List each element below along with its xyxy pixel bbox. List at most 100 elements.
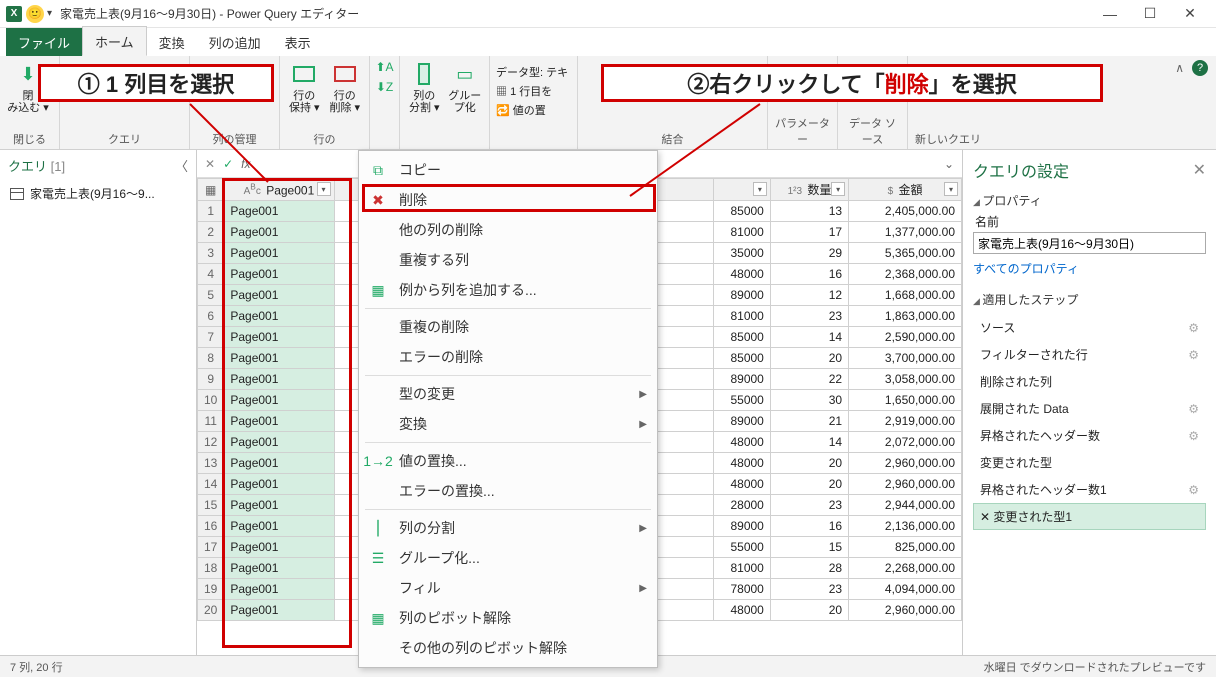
row-number[interactable]: 12 bbox=[198, 432, 224, 453]
cell-value[interactable]: 89000 bbox=[713, 285, 770, 306]
row-number[interactable]: 10 bbox=[198, 390, 224, 411]
query-name-input[interactable] bbox=[973, 232, 1206, 254]
group-by-button[interactable]: ▭グループ化 bbox=[447, 60, 484, 114]
cell-page[interactable]: Page001 bbox=[224, 327, 334, 348]
cell-value[interactable]: 35000 bbox=[713, 243, 770, 264]
cell-qty[interactable]: 16 bbox=[770, 516, 848, 537]
filter-icon[interactable]: ▾ bbox=[753, 182, 767, 196]
ctx-remove[interactable]: ✖削除 bbox=[359, 185, 657, 215]
cell-qty[interactable]: 15 bbox=[770, 537, 848, 558]
row-number[interactable]: 3 bbox=[198, 243, 224, 264]
cell-qty[interactable]: 29 bbox=[770, 243, 848, 264]
applied-step[interactable]: 変更された型 bbox=[973, 449, 1206, 476]
row-number[interactable]: 2 bbox=[198, 222, 224, 243]
ctx-group-by[interactable]: ☰グループ化... bbox=[359, 543, 657, 573]
applied-step[interactable]: ✕ 変更された型1 bbox=[973, 503, 1206, 530]
cell-page[interactable]: Page001 bbox=[224, 222, 334, 243]
cell-qty[interactable]: 12 bbox=[770, 285, 848, 306]
collapse-ribbon-icon[interactable]: ∧ bbox=[1175, 61, 1184, 75]
cell-amount[interactable]: 1,650,000.00 bbox=[849, 390, 962, 411]
gear-icon[interactable]: ⚙ bbox=[1188, 402, 1199, 416]
cell-qty[interactable]: 23 bbox=[770, 495, 848, 516]
cell-qty[interactable]: 16 bbox=[770, 264, 848, 285]
cell-qty[interactable]: 23 bbox=[770, 306, 848, 327]
ctx-unpivot-other[interactable]: その他の列のピボット解除 bbox=[359, 633, 657, 663]
cell-amount[interactable]: 1,863,000.00 bbox=[849, 306, 962, 327]
cell-qty[interactable]: 22 bbox=[770, 369, 848, 390]
cell-value[interactable]: 28000 bbox=[713, 495, 770, 516]
applied-step[interactable]: ソース⚙ bbox=[973, 314, 1206, 341]
cell-page[interactable]: Page001 bbox=[224, 495, 334, 516]
cell-qty[interactable]: 21 bbox=[770, 411, 848, 432]
all-properties-link[interactable]: すべてのプロパティ bbox=[973, 260, 1079, 277]
cell-qty[interactable]: 20 bbox=[770, 600, 848, 621]
cell-amount[interactable]: 4,094,000.00 bbox=[849, 579, 962, 600]
cell-qty[interactable]: 14 bbox=[770, 327, 848, 348]
split-column-button[interactable]: 列の分割 ▾ bbox=[406, 60, 443, 114]
cell-value[interactable]: 89000 bbox=[713, 411, 770, 432]
ctx-replace-values[interactable]: 1→2値の置換... bbox=[359, 446, 657, 476]
row-number[interactable]: 9 bbox=[198, 369, 224, 390]
data-type-button[interactable]: データ型: テキ bbox=[496, 64, 568, 80]
cell-page[interactable]: Page001 bbox=[224, 285, 334, 306]
cell-value[interactable]: 48000 bbox=[713, 453, 770, 474]
ctx-remove-errors[interactable]: エラーの削除 bbox=[359, 342, 657, 372]
cell-page[interactable]: Page001 bbox=[224, 432, 334, 453]
applied-step[interactable]: フィルターされた行⚙ bbox=[973, 341, 1206, 368]
cell-amount[interactable]: 3,058,000.00 bbox=[849, 369, 962, 390]
cell-page[interactable]: Page001 bbox=[224, 201, 334, 222]
applied-step[interactable]: 展開された Data⚙ bbox=[973, 395, 1206, 422]
smile-icon[interactable]: 🙂 bbox=[26, 5, 44, 23]
cell-value[interactable]: 81000 bbox=[713, 306, 770, 327]
cell-value[interactable]: 81000 bbox=[713, 222, 770, 243]
formula-dropdown-icon[interactable]: ⌄ bbox=[944, 157, 954, 171]
cell-qty[interactable]: 20 bbox=[770, 474, 848, 495]
sort-desc-icon[interactable]: ⬇Z bbox=[376, 80, 393, 94]
cell-amount[interactable]: 2,944,000.00 bbox=[849, 495, 962, 516]
applied-step[interactable]: 昇格されたヘッダー数1⚙ bbox=[973, 476, 1206, 503]
cell-amount[interactable]: 2,368,000.00 bbox=[849, 264, 962, 285]
help-icon[interactable]: ? bbox=[1192, 60, 1208, 76]
cell-page[interactable]: Page001 bbox=[224, 390, 334, 411]
cell-page[interactable]: Page001 bbox=[224, 264, 334, 285]
cell-amount[interactable]: 2,919,000.00 bbox=[849, 411, 962, 432]
gear-icon[interactable]: ⚙ bbox=[1188, 483, 1199, 497]
cell-page[interactable]: Page001 bbox=[224, 411, 334, 432]
fx-icon[interactable]: fx bbox=[241, 157, 250, 171]
cell-value[interactable]: 85000 bbox=[713, 327, 770, 348]
applied-step[interactable]: 削除された列 bbox=[973, 368, 1206, 395]
ctx-replace-errors[interactable]: エラーの置換... bbox=[359, 476, 657, 506]
cell-page[interactable]: Page001 bbox=[224, 306, 334, 327]
ctx-add-from-examples[interactable]: ▦例から列を追加する... bbox=[359, 275, 657, 305]
row-number[interactable]: 19 bbox=[198, 579, 224, 600]
gear-icon[interactable]: ⚙ bbox=[1188, 429, 1199, 443]
cell-qty[interactable]: 20 bbox=[770, 348, 848, 369]
column-header-amount[interactable]: $ 金額▾ bbox=[849, 179, 962, 201]
row-number[interactable]: 16 bbox=[198, 516, 224, 537]
gear-icon[interactable]: ⚙ bbox=[1188, 348, 1199, 362]
cell-amount[interactable]: 1,377,000.00 bbox=[849, 222, 962, 243]
ctx-unpivot[interactable]: ▦列のピボット解除 bbox=[359, 603, 657, 633]
tab-home[interactable]: ホーム bbox=[82, 26, 147, 56]
cell-page[interactable]: Page001 bbox=[224, 474, 334, 495]
row-number[interactable]: 13 bbox=[198, 453, 224, 474]
tab-transform[interactable]: 変換 bbox=[147, 28, 197, 56]
cell-page[interactable]: Page001 bbox=[224, 453, 334, 474]
cell-qty[interactable]: 28 bbox=[770, 558, 848, 579]
first-row-headers-button[interactable]: ▦ 1 行目を bbox=[496, 83, 552, 99]
row-number[interactable]: 4 bbox=[198, 264, 224, 285]
keep-rows-button[interactable]: 行の保持 ▾ bbox=[286, 60, 323, 114]
ctx-split-column[interactable]: ⎮列の分割▶ bbox=[359, 513, 657, 543]
cell-page[interactable]: Page001 bbox=[224, 558, 334, 579]
row-number[interactable]: 1 bbox=[198, 201, 224, 222]
commit-formula-icon[interactable]: ✓ bbox=[223, 157, 233, 171]
cell-page[interactable]: Page001 bbox=[224, 537, 334, 558]
cell-page[interactable]: Page001 bbox=[224, 579, 334, 600]
collapse-queries-icon[interactable]: 〈 bbox=[175, 156, 188, 175]
cell-amount[interactable]: 3,700,000.00 bbox=[849, 348, 962, 369]
row-number[interactable]: 8 bbox=[198, 348, 224, 369]
cell-page[interactable]: Page001 bbox=[224, 516, 334, 537]
cell-qty[interactable]: 17 bbox=[770, 222, 848, 243]
cell-value[interactable]: 48000 bbox=[713, 432, 770, 453]
tab-file[interactable]: ファイル bbox=[6, 28, 82, 56]
